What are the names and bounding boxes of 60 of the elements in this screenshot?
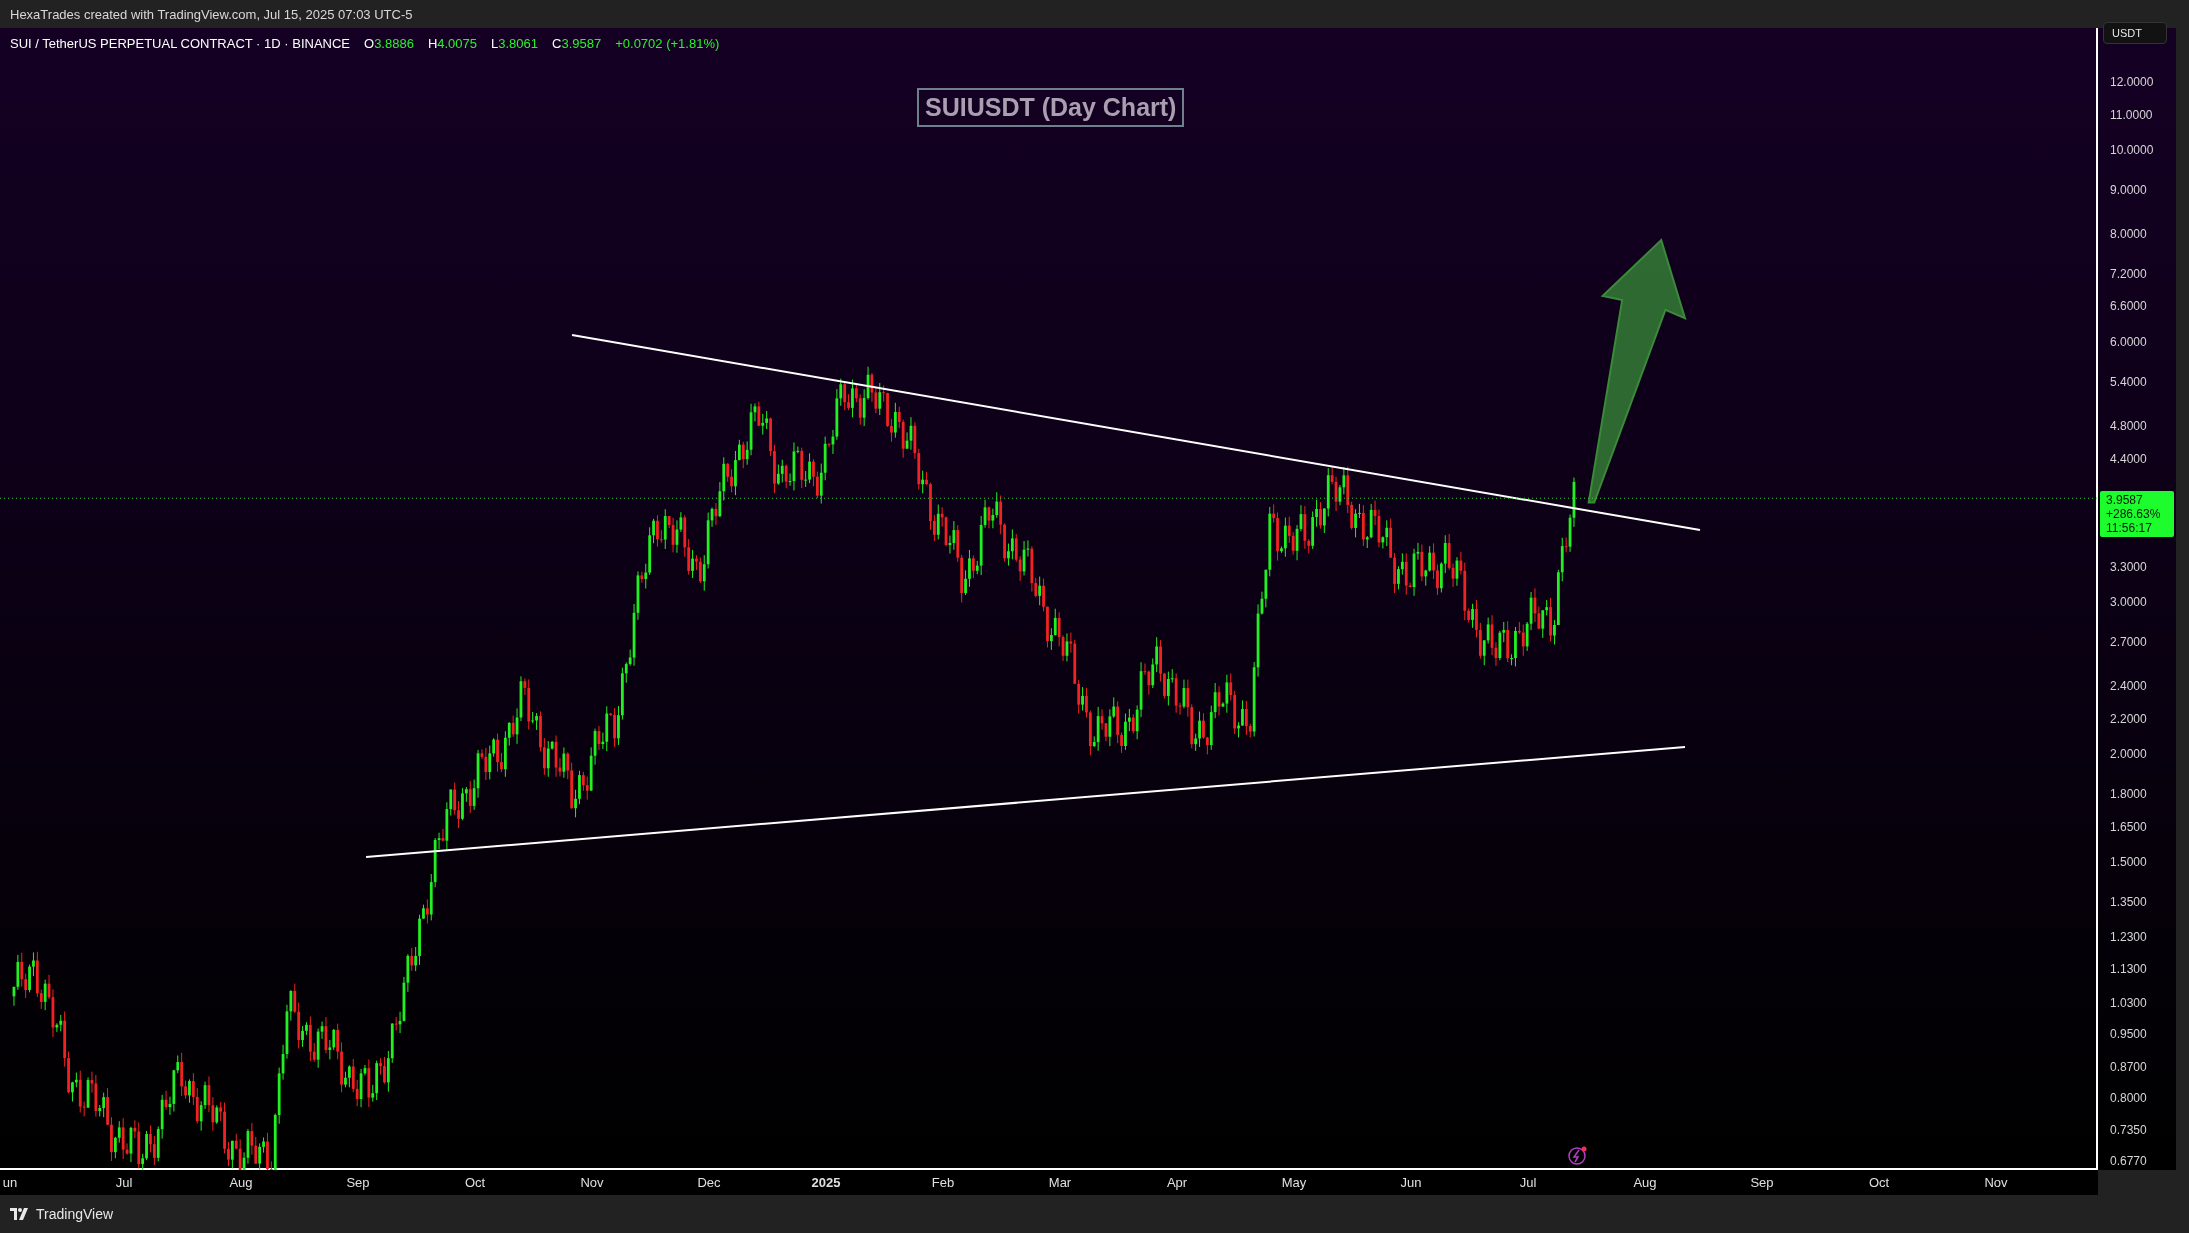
price-tick: 2.4000 — [2110, 679, 2147, 693]
lightning-icon — [1568, 1146, 1587, 1165]
price-tick: 1.8000 — [2110, 787, 2147, 801]
time-tick: Apr — [1166, 1175, 1188, 1190]
time-tick: Aug — [229, 1175, 253, 1190]
time-tick: Sep — [1750, 1175, 1774, 1190]
time-tick: Sep — [346, 1175, 370, 1190]
chart-credit: HexaTrades created with TradingView.com, Jul 15, 2025 07:03 UTC-5 — [10, 6, 413, 22]
price-tick: 4.8000 — [2110, 418, 2147, 433]
symbol-title: SUI / TetherUS PERPETUAL CONTRACT · 1D · BINANCE — [10, 36, 350, 51]
time-tick: Aug — [1633, 1175, 1657, 1190]
chart-title: SUIUSDT (Day Chart) — [917, 88, 1185, 127]
price-change: +0.0702 (+1.81%) — [615, 36, 720, 51]
ohlc-value: H4.0075 — [427, 36, 478, 51]
price-tick: 8.0000 — [2110, 227, 2147, 242]
price-tick: 4.4000 — [2110, 451, 2147, 466]
price-tick: 6.0000 — [2110, 335, 2147, 350]
price-tick: 0.8000 — [2110, 1091, 2147, 1106]
logo-icon — [10, 1208, 30, 1220]
time-tick: Dec — [697, 1175, 721, 1190]
time-tick: un — [2, 1175, 18, 1190]
ohlc-value: C3.9587 — [552, 36, 602, 51]
time-tick: Jul — [115, 1175, 133, 1190]
time-tick: Jun — [1400, 1175, 1422, 1190]
price-tick: 1.2300 — [2110, 929, 2147, 944]
price-tick: 1.3500 — [2110, 894, 2147, 909]
price-tick: 0.9500 — [2110, 1026, 2147, 1041]
price-tick: 1.6500 — [2110, 819, 2147, 834]
price-tick: 0.7350 — [2110, 1123, 2147, 1138]
time-tick: Nov — [1984, 1175, 2008, 1190]
price-tick: 1.1300 — [2110, 961, 2147, 976]
price-tick: 1.0300 — [2110, 996, 2147, 1011]
ohlc-value: O3.8886 — [364, 36, 414, 51]
price-tick: 1.5000 — [2110, 855, 2147, 870]
currency-button[interactable]: USDT — [2103, 22, 2167, 44]
price-tick: 6.6000 — [2110, 299, 2147, 314]
price-tick: 2.0000 — [2110, 747, 2147, 762]
time-tick: May — [1281, 1175, 1307, 1190]
price-tick: 7.2000 — [2110, 266, 2147, 281]
price-tick: 3.3000 — [2110, 559, 2147, 574]
last-price-badge: 3.9587 +286.63% 11:56:17 — [2100, 491, 2174, 538]
time-tick: Oct — [1868, 1175, 1890, 1190]
time-tick: Nov — [580, 1175, 604, 1190]
price-tick: 10.0000 — [2110, 143, 2154, 158]
time-tick: Jul — [1519, 1175, 1537, 1190]
time-tick: Mar — [1048, 1175, 1072, 1190]
time-tick: Oct — [464, 1175, 486, 1190]
time-tick: Feb — [931, 1175, 955, 1190]
price-tick: 3.0000 — [2110, 595, 2147, 610]
price-tick: 0.8700 — [2110, 1059, 2147, 1074]
price-tick: 9.0000 — [2110, 182, 2147, 197]
ohlc-value: L3.8061 — [491, 36, 539, 51]
price-tick: 12.0000 — [2110, 75, 2154, 89]
price-tick: 11.0000 — [2110, 107, 2153, 122]
price-tick: 2.2000 — [2110, 711, 2147, 726]
price-tick: 2.7000 — [2110, 634, 2147, 649]
brand-name: TradingView — [36, 1206, 114, 1222]
time-tick: 2025 — [811, 1175, 841, 1190]
price-tick: 0.6770 — [2110, 1153, 2147, 1168]
price-tick: 5.4000 — [2110, 374, 2147, 389]
